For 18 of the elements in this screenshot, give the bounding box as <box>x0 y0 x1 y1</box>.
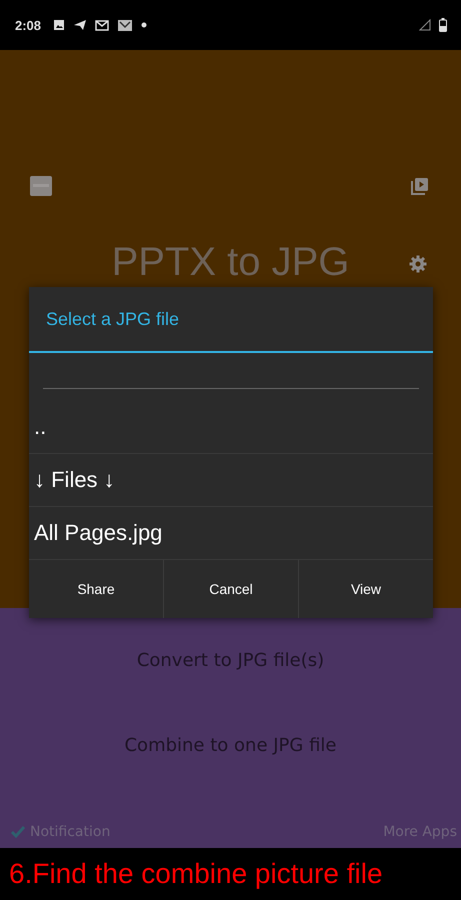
dialog-button[interactable]: Cancel <box>164 560 299 618</box>
settings-icon[interactable] <box>409 255 427 273</box>
video-library-icon[interactable] <box>411 177 429 195</box>
paper-plane-icon <box>73 19 88 31</box>
image-icon <box>53 19 66 31</box>
status-time: 2:08 <box>15 18 42 32</box>
dialog-button[interactable]: View <box>299 560 433 618</box>
app-title: PPTX to JPG <box>112 240 350 284</box>
caption-text: 6.Find the combine picture file <box>9 858 383 890</box>
dot-icon <box>141 22 148 28</box>
dialog-title: Select a JPG file <box>29 287 433 353</box>
file-list-item[interactable]: ↓ Files ↓ <box>29 454 433 507</box>
file-list-item[interactable]: .. <box>29 401 433 454</box>
signal-icon <box>419 19 431 31</box>
mail-icon <box>117 18 134 32</box>
battery-icon <box>439 18 447 32</box>
dialog-button[interactable]: Share <box>29 560 164 618</box>
mail-icon <box>95 20 110 30</box>
